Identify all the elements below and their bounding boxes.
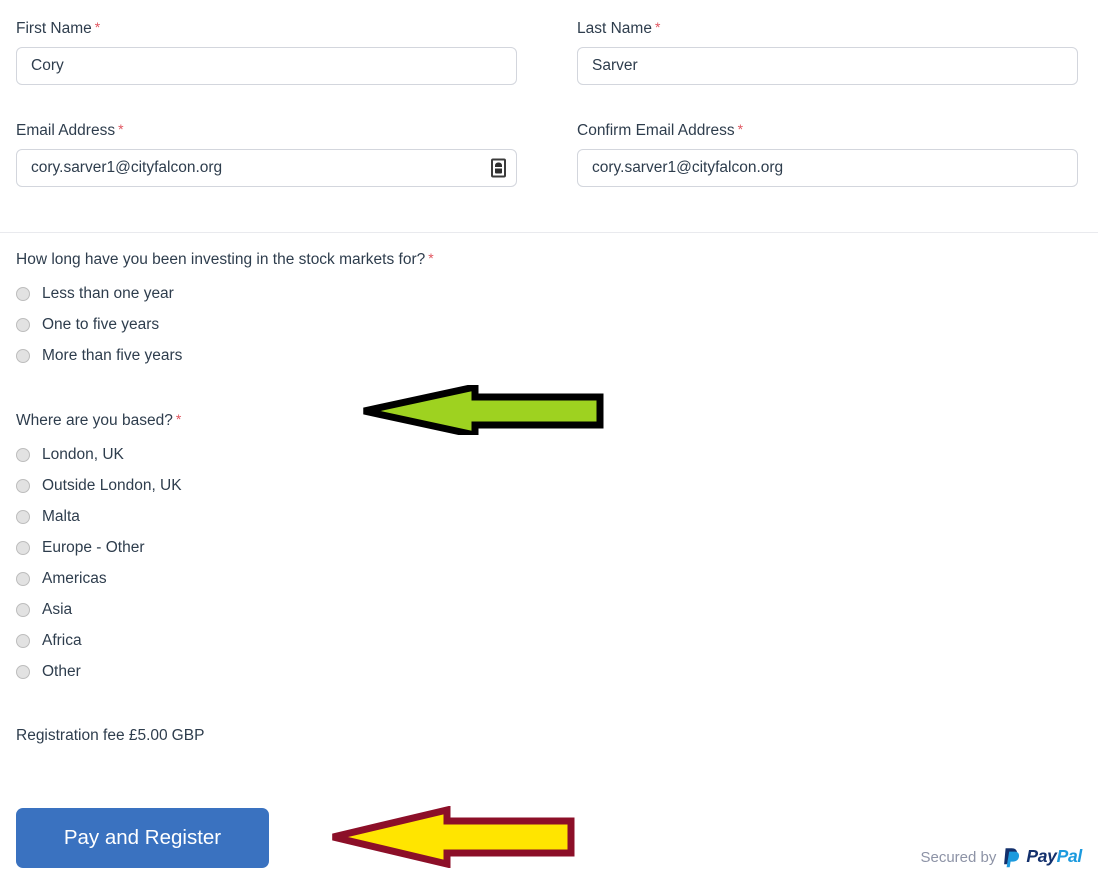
radio-option-label: London, UK — [42, 445, 124, 463]
radio-option-label: Other — [42, 662, 81, 680]
confirm-email-label-text: Confirm Email Address — [577, 122, 735, 139]
green-arrow-annotation — [363, 385, 604, 435]
required-asterisk: * — [94, 19, 101, 35]
confirm-email-input-wrap — [577, 149, 1078, 187]
radio-option-americas[interactable]: Americas — [16, 563, 182, 594]
first-name-input-wrap — [16, 47, 517, 85]
first-name-field-group: First Name * — [16, 18, 517, 85]
first-name-label: First Name * — [16, 18, 517, 39]
registration-fee-currency: GBP — [171, 727, 205, 744]
radio-option-label: Africa — [42, 631, 82, 649]
autofill-icon-glyph — [495, 162, 502, 174]
radio-button-icon[interactable] — [16, 664, 30, 679]
required-asterisk: * — [175, 411, 182, 427]
paypal-monogram-icon — [1004, 847, 1020, 867]
yellow-arrow-annotation — [332, 806, 575, 868]
radio-button-icon[interactable] — [16, 633, 30, 648]
radio-option-london-uk[interactable]: London, UK — [16, 439, 182, 470]
radio-button-icon[interactable] — [16, 348, 30, 363]
registration-fee-amount: £5.00 — [128, 727, 168, 744]
radio-option-label: Europe - Other — [42, 538, 145, 556]
paypal-wordmark-pal: Pal — [1056, 846, 1083, 867]
radio-option-label: Less than one year — [42, 284, 174, 302]
secured-by-label: Secured by — [920, 848, 997, 866]
location-label: Where are you based? * — [16, 410, 182, 431]
radio-button-icon[interactable] — [16, 447, 30, 462]
pay-and-register-button[interactable]: Pay and Register — [16, 808, 269, 868]
required-asterisk: * — [737, 121, 744, 137]
registration-fee-text: Registration fee — [16, 727, 125, 744]
investing-experience-question: How long have you been investing in the … — [16, 249, 434, 371]
confirm-email-field-group: Confirm Email Address * — [577, 120, 1078, 187]
required-asterisk: * — [118, 121, 124, 137]
radio-button-icon[interactable] — [16, 317, 30, 332]
radio-option-more-than-five-years[interactable]: More than five years — [16, 340, 434, 371]
radio-option-label: One to five years — [42, 315, 160, 333]
paypal-secured-badge: Secured by Pay Pal — [920, 845, 1082, 869]
radio-button-icon[interactable] — [16, 540, 30, 555]
confirm-email-input[interactable] — [577, 149, 1078, 187]
location-label-text: Where are you based? — [16, 412, 173, 429]
first-name-label-text: First Name — [16, 20, 92, 37]
investing-experience-label: How long have you been investing in the … — [16, 249, 434, 270]
location-options: London, UK Outside London, UK Malta Euro… — [16, 439, 182, 687]
radio-button-icon[interactable] — [16, 509, 30, 524]
personal-details-section: First Name* Last Name* Email Address* — [0, 0, 1098, 232]
radio-option-label: Malta — [42, 507, 80, 525]
investing-experience-label-text: How long have you been investing in the … — [16, 251, 426, 268]
radio-option-outside-london-uk[interactable]: Outside London, UK — [16, 470, 182, 501]
radio-option-europe-other[interactable]: Europe - Other — [16, 532, 182, 563]
investing-experience-options: Less than one year One to five years Mor… — [16, 278, 434, 371]
email-field-group: Email Address * — [16, 120, 517, 187]
radio-option-malta[interactable]: Malta — [16, 501, 182, 532]
required-asterisk: * — [428, 250, 434, 266]
required-asterisk: * — [654, 19, 661, 35]
paypal-logo: Pay Pal — [1003, 847, 1082, 868]
section-divider — [0, 232, 1098, 233]
confirm-email-label: Confirm Email Address * — [577, 120, 1078, 141]
last-name-field-group: Last Name * — [577, 18, 1078, 85]
radio-button-icon[interactable] — [16, 602, 30, 617]
radio-option-less-than-one-year[interactable]: Less than one year — [16, 278, 434, 309]
last-name-label: Last Name * — [577, 18, 1078, 39]
radio-option-asia[interactable]: Asia — [16, 594, 182, 625]
location-question: Where are you based? * London, UK Outside… — [16, 410, 182, 687]
radio-button-icon[interactable] — [16, 286, 30, 301]
radio-option-label: Asia — [42, 600, 73, 618]
paypal-wordmark-pay: Pay — [1026, 846, 1057, 867]
email-input[interactable] — [16, 149, 517, 187]
radio-option-other[interactable]: Other — [16, 656, 182, 687]
last-name-label-text: Last Name — [577, 20, 652, 37]
radio-option-africa[interactable]: Africa — [16, 625, 182, 656]
email-input-wrap — [16, 149, 517, 187]
radio-button-icon[interactable] — [16, 571, 30, 586]
radio-option-label: More than five years — [42, 346, 183, 364]
email-label: Email Address * — [16, 120, 517, 141]
email-label-text: Email Address — [16, 122, 116, 139]
radio-option-label: Americas — [42, 569, 107, 587]
last-name-input[interactable] — [577, 47, 1078, 85]
radio-button-icon[interactable] — [16, 478, 30, 493]
radio-option-one-to-five-years[interactable]: One to five years — [16, 309, 434, 340]
registration-fee: Registration fee £5.00 GBP — [16, 727, 204, 745]
autofill-icon[interactable] — [491, 158, 506, 178]
first-name-input[interactable] — [16, 47, 517, 85]
radio-option-label: Outside London, UK — [42, 476, 182, 494]
last-name-input-wrap — [577, 47, 1078, 85]
